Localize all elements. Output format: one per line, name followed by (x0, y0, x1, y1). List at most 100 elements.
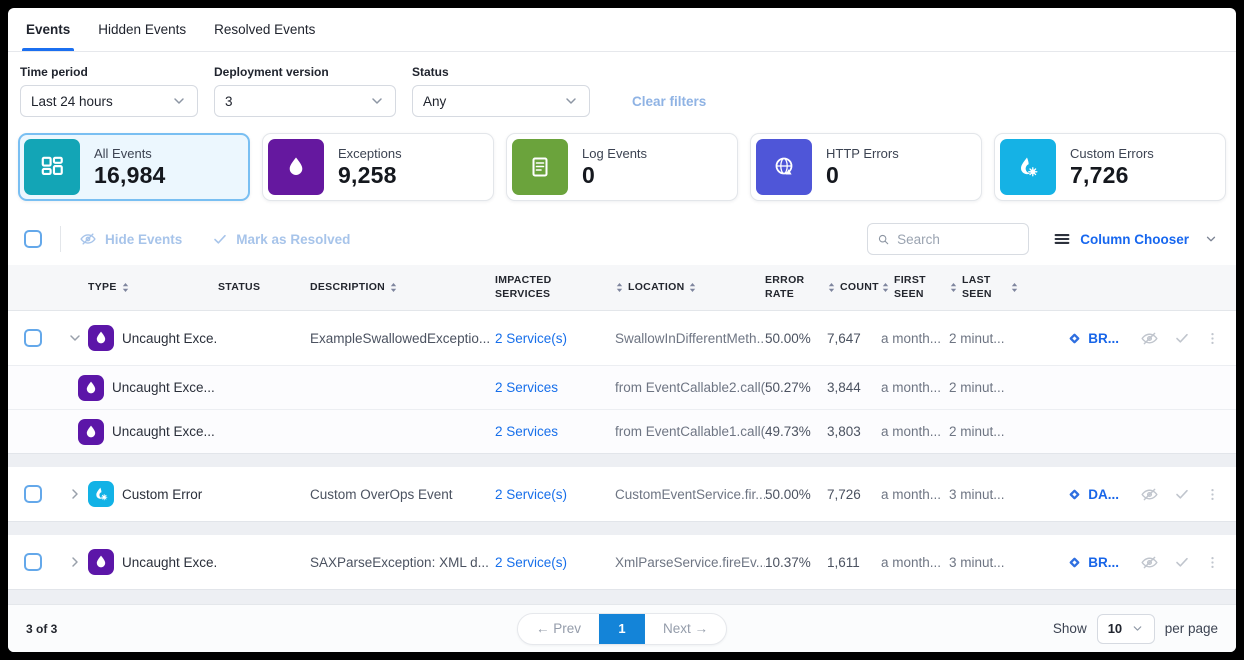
jira-diamond-icon (1066, 486, 1083, 503)
search-input[interactable] (897, 232, 1019, 247)
type-cell: Uncaught Exce... (24, 419, 218, 445)
hide-events-button[interactable]: Hide Events (79, 230, 182, 248)
jira-diamond-icon (1066, 554, 1083, 571)
card-value: 0 (582, 162, 647, 189)
event-group: Uncaught Exce... SAXParseException: XML … (8, 535, 1236, 590)
header-last-seen[interactable]: LAST SEEN (949, 274, 1019, 300)
table-footer: 3 of 3 ← Prev 1 Next → Show 10 per page (8, 604, 1236, 652)
card-exceptions[interactable]: Exceptions 9,258 (262, 133, 494, 201)
mark-as-resolved-button[interactable]: Mark as Resolved (212, 231, 350, 247)
tab-hidden-events[interactable]: Hidden Events (98, 8, 186, 51)
header-count[interactable]: COUNT (827, 281, 881, 294)
card-all-events[interactable]: All Events 16,984 (18, 133, 250, 201)
header-status[interactable]: STATUS (218, 281, 310, 294)
row-menu-button[interactable] (1205, 331, 1220, 346)
table-subrow[interactable]: Uncaught Exce... 2 Services from EventCa… (8, 409, 1236, 453)
status-select[interactable]: Any (412, 85, 590, 117)
row-menu-button[interactable] (1205, 555, 1220, 570)
sort-icon[interactable] (949, 282, 958, 293)
header-description[interactable]: DESCRIPTION (310, 281, 495, 294)
pagination: ← Prev 1 Next → (517, 613, 727, 645)
toolbar-divider (60, 226, 61, 252)
header-label: LOCATION (628, 281, 684, 294)
resolve-event-button[interactable] (1174, 486, 1190, 502)
resolve-event-button[interactable] (1174, 330, 1190, 346)
table-row[interactable]: Uncaught Exce... SAXParseException: XML … (8, 535, 1236, 589)
impacted-services-link[interactable]: 2 Services (495, 424, 615, 439)
header-location[interactable]: LOCATION (615, 281, 765, 294)
next-page-button[interactable]: Next → (645, 614, 726, 644)
last-seen-cell: 2 minut... (949, 424, 1019, 439)
row-checkbox[interactable] (24, 329, 42, 347)
row-checkbox[interactable] (24, 485, 42, 503)
eye-off-icon (1140, 553, 1159, 572)
collapse-row-button[interactable] (62, 330, 88, 346)
row-checkbox[interactable] (24, 553, 42, 571)
card-log-events[interactable]: Log Events 0 (506, 133, 738, 201)
header-error-rate[interactable]: ERROR RATE (765, 274, 809, 300)
column-chooser-button[interactable]: Column Chooser (1053, 230, 1218, 248)
prev-page-button[interactable]: ← Prev (518, 614, 599, 644)
uncaught-exception-icon (78, 419, 104, 445)
impacted-services-link[interactable]: 2 Service(s) (495, 487, 615, 502)
sort-icon[interactable] (827, 282, 836, 293)
select-all-checkbox[interactable] (24, 230, 42, 248)
card-custom-errors[interactable]: Custom Errors 7,726 (994, 133, 1226, 201)
type-cell: Uncaught Exce... (88, 325, 218, 351)
table-row[interactable]: Custom Error Custom OverOps Event 2 Serv… (8, 467, 1236, 521)
kebab-menu-icon (1205, 331, 1220, 346)
clear-filters-button[interactable]: Clear filters (632, 94, 706, 109)
time-period-select[interactable]: Last 24 hours (20, 85, 198, 117)
impacted-services-link[interactable]: 2 Service(s) (495, 555, 615, 570)
card-value: 7,726 (1070, 162, 1154, 189)
sort-icon[interactable] (615, 282, 624, 293)
sort-icon[interactable] (688, 282, 697, 293)
impacted-services-link[interactable]: 2 Services (495, 380, 615, 395)
sort-icon[interactable] (121, 282, 130, 293)
first-seen-cell: a month... (881, 380, 949, 395)
header-type[interactable]: TYPE (88, 281, 218, 294)
deployment-version-select[interactable]: 3 (214, 85, 396, 117)
page-size-value: 10 (1108, 621, 1122, 636)
globe-error-icon (756, 139, 812, 195)
jira-ticket-link[interactable]: BR... (1066, 330, 1119, 347)
last-seen-cell: 3 minut... (949, 555, 1019, 570)
card-http-errors[interactable]: HTTP Errors 0 (750, 133, 982, 201)
hide-event-button[interactable] (1140, 553, 1159, 572)
resolve-event-button[interactable] (1174, 554, 1190, 570)
sort-icon[interactable] (1010, 282, 1019, 293)
hide-event-button[interactable] (1140, 485, 1159, 504)
hamburger-icon (1053, 230, 1071, 248)
kebab-menu-icon (1205, 487, 1220, 502)
event-group: Uncaught Exce... ExampleSwallowedExcepti… (8, 311, 1236, 454)
tab-resolved-events[interactable]: Resolved Events (214, 8, 315, 51)
chevron-down-icon (171, 93, 187, 109)
impacted-services-link[interactable]: 2 Service(s) (495, 331, 615, 346)
hide-event-button[interactable] (1140, 329, 1159, 348)
drop-gear-icon (1000, 139, 1056, 195)
first-seen-cell: a month... (881, 331, 949, 346)
count-cell: 7,726 (827, 487, 881, 502)
header-impacted-services[interactable]: IMPACTED SERVICES (495, 274, 573, 300)
page-size-select[interactable]: 10 (1097, 614, 1155, 644)
tab-events[interactable]: Events (26, 8, 70, 51)
sort-icon[interactable] (389, 282, 398, 293)
row-menu-button[interactable] (1205, 487, 1220, 502)
last-seen-cell: 2 minut... (949, 331, 1019, 346)
column-chooser-label: Column Chooser (1080, 232, 1189, 247)
location-cell: from EventCallable1.call() (615, 424, 765, 439)
jira-ticket-link[interactable]: BR... (1066, 554, 1119, 571)
table-subrow[interactable]: Uncaught Exce... 2 Services from EventCa… (8, 365, 1236, 409)
chevron-down-icon (369, 93, 385, 109)
table-row[interactable]: Uncaught Exce... ExampleSwallowedExcepti… (8, 311, 1236, 365)
count-cell: 1,611 (827, 555, 881, 570)
jira-ticket-link[interactable]: DA... (1066, 486, 1119, 503)
card-text: All Events 16,984 (94, 146, 166, 189)
location-cell: XmlParseService.fireEv... (615, 555, 765, 570)
page-1-button[interactable]: 1 (599, 614, 645, 644)
header-first-seen[interactable]: FIRST SEEN (881, 274, 949, 300)
expand-row-button[interactable] (62, 486, 88, 502)
header-label: LAST SEEN (962, 274, 998, 300)
expand-row-button[interactable] (62, 554, 88, 570)
sort-icon[interactable] (881, 282, 890, 293)
